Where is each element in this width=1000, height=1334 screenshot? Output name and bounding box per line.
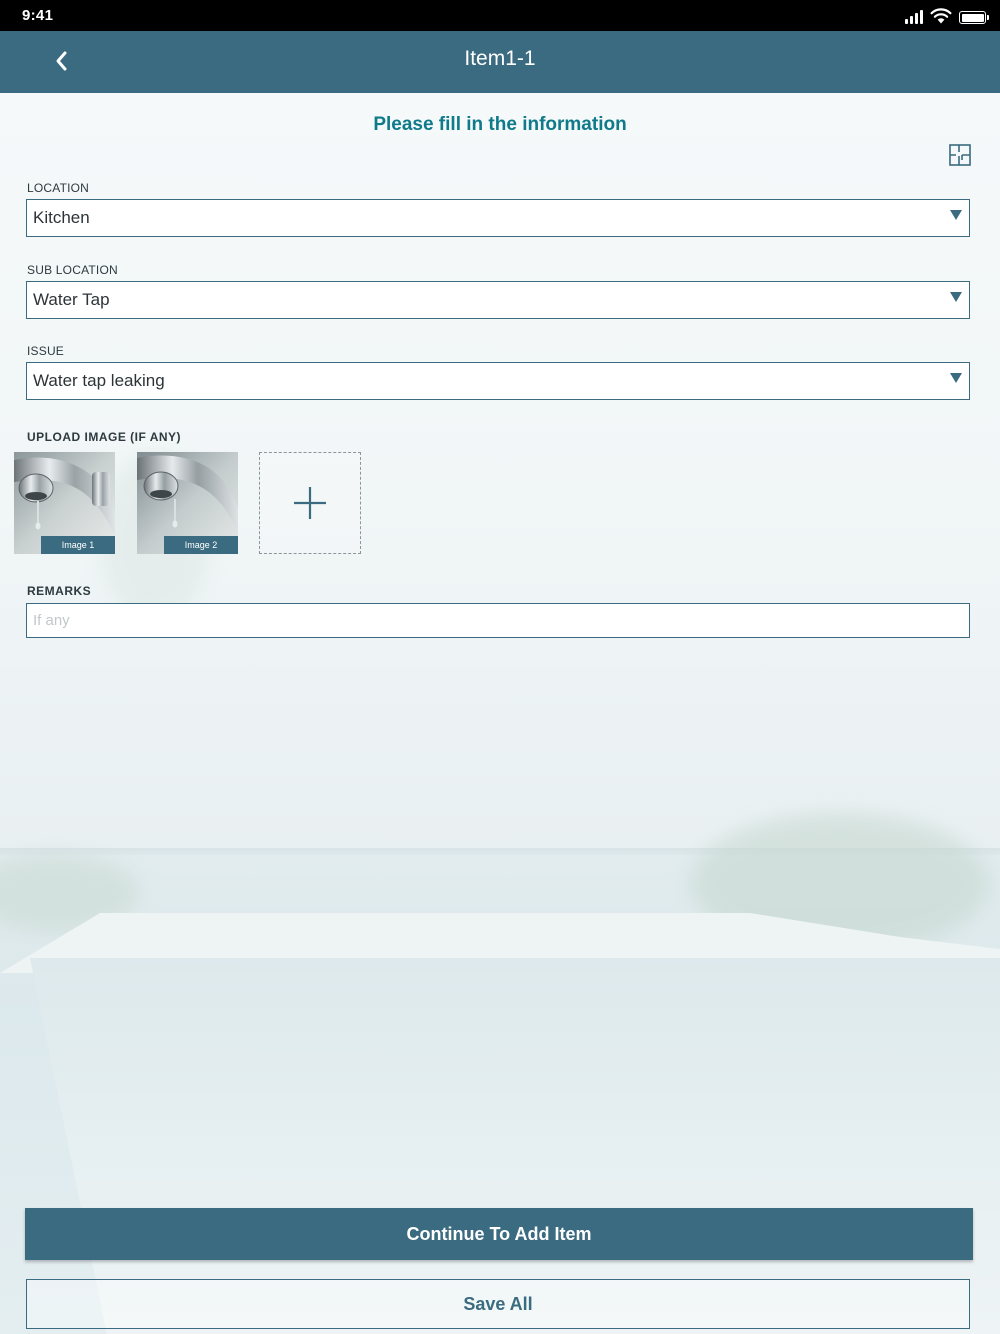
cellular-signal-icon [905,10,923,24]
upload-image-label: UPLOAD IMAGE (IF ANY) [27,430,182,444]
floorplan-button[interactable] [948,143,972,167]
image-caption: Image 2 [164,536,238,554]
add-image-button[interactable] [259,452,361,554]
floorplan-icon [949,144,971,166]
nav-bar: Item1-1 [0,31,1000,93]
form-content: Please fill in the information LOCATION … [0,93,1000,1334]
image-thumbnail-2[interactable]: Image 2 [137,452,238,554]
remarks-input[interactable] [26,603,970,638]
sub-location-select[interactable]: Water Tap [26,281,970,319]
status-time: 9:41 [22,7,54,24]
image-thumbnail-1[interactable]: Image 1 [14,452,115,554]
location-select[interactable]: Kitchen [26,199,970,237]
issue-select[interactable]: Water tap leaking [26,362,970,400]
issue-value: Water tap leaking [33,371,165,390]
status-bar: 9:41 [0,0,1000,31]
wifi-icon [930,8,952,24]
issue-label: ISSUE [27,344,65,358]
status-icons [905,8,989,24]
sub-location-label: SUB LOCATION [27,263,118,277]
caret-down-icon [950,373,962,383]
battery-icon [959,11,989,24]
plus-icon [294,487,326,519]
save-all-button[interactable]: Save All [26,1279,970,1329]
caret-down-icon [950,210,962,220]
caret-down-icon [950,292,962,302]
page-title: Please fill in the information [373,114,627,135]
image-caption: Image 1 [41,536,115,554]
sub-location-value: Water Tap [33,290,110,309]
remarks-label: REMARKS [27,584,92,598]
continue-to-add-item-button[interactable]: Continue To Add Item [25,1208,973,1260]
nav-title: Item1-1 [464,47,536,70]
location-label: LOCATION [27,181,90,195]
location-value: Kitchen [33,208,90,227]
